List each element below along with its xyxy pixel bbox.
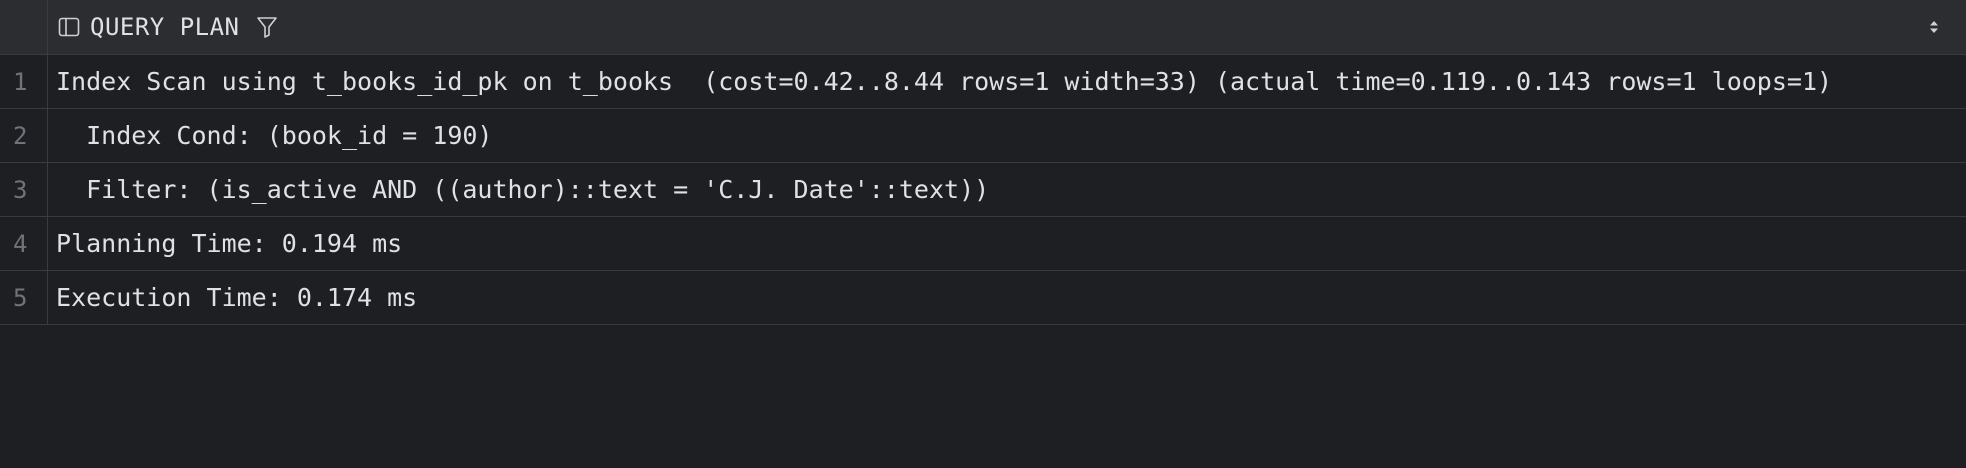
row-number: 3 xyxy=(0,163,48,216)
query-plan-cell[interactable]: Index Scan using t_books_id_pk on t_book… xyxy=(48,55,1966,108)
filter-icon[interactable] xyxy=(256,15,278,39)
column-icon xyxy=(58,16,80,38)
row-number: 4 xyxy=(0,217,48,270)
row-number: 5 xyxy=(0,271,48,324)
column-header-label: QUERY PLAN xyxy=(90,13,240,41)
table-row[interactable]: 3 Filter: (is_active AND ((author)::text… xyxy=(0,163,1966,217)
table-row[interactable]: 5 Execution Time: 0.174 ms xyxy=(0,271,1966,325)
row-number: 1 xyxy=(0,55,48,108)
table-row[interactable]: 4 Planning Time: 0.194 ms xyxy=(0,217,1966,271)
row-number-header[interactable] xyxy=(0,0,48,54)
query-result-grid: QUERY PLAN 1 Index Scan using t_books_id… xyxy=(0,0,1966,325)
row-number: 2 xyxy=(0,109,48,162)
query-plan-cell[interactable]: Index Cond: (book_id = 190) xyxy=(48,109,1966,162)
column-header-query-plan[interactable]: QUERY PLAN xyxy=(48,0,1966,54)
sort-icon[interactable] xyxy=(1928,19,1940,35)
query-plan-cell[interactable]: Execution Time: 0.174 ms xyxy=(48,271,1966,324)
table-row[interactable]: 2 Index Cond: (book_id = 190) xyxy=(0,109,1966,163)
query-plan-cell[interactable]: Planning Time: 0.194 ms xyxy=(48,217,1966,270)
grid-header-row: QUERY PLAN xyxy=(0,0,1966,55)
query-plan-cell[interactable]: Filter: (is_active AND ((author)::text =… xyxy=(48,163,1966,216)
table-row[interactable]: 1 Index Scan using t_books_id_pk on t_bo… xyxy=(0,55,1966,109)
